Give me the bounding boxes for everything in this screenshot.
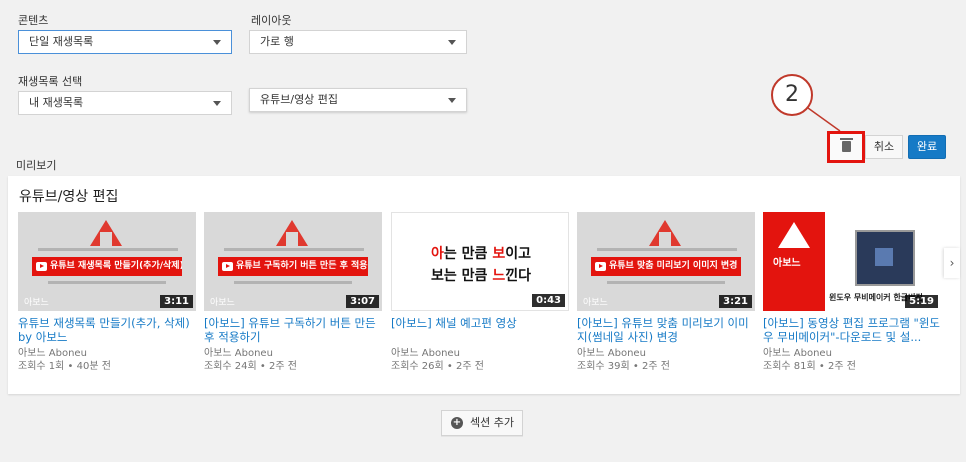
playlist-source-select[interactable]: 내 재생목록 — [18, 91, 232, 115]
thumbnail-line-2: 보는 만큼 느낀다 — [431, 268, 531, 284]
thumbnail-banner: 유튜브 재생목록 만들기(추가/삭제) — [32, 257, 182, 276]
thumbnail-banner: 유튜브 맞춤 미리보기 이미지 변경 — [591, 257, 741, 276]
chevron-down-icon — [213, 40, 221, 45]
thumbnail-watermark: 아보느 — [210, 298, 235, 308]
duration-badge: 3:07 — [346, 295, 379, 308]
layout-select-value: 가로 행 — [260, 35, 294, 48]
content-select-value: 단일 재생목록 — [29, 35, 94, 48]
thumbnail-url-line — [234, 281, 352, 284]
video-stats: 조회수 1회 • 40분 전 — [18, 361, 111, 372]
video-item[interactable]: 유튜브 맞춤 미리보기 이미지 변경 아보느 3:21 [아보느] 유튜브 맞춤… — [577, 212, 755, 373]
thumbnail-banner-text: 유튜브 맞춤 미리보기 이미지 변경 — [609, 261, 738, 271]
software-screenshot — [855, 230, 915, 286]
content-label: 콘텐츠 — [18, 14, 49, 27]
trash-icon — [842, 141, 851, 152]
thumbnail-watermark: 아보느 — [583, 298, 608, 308]
content-select[interactable]: 단일 재생목록 — [18, 30, 232, 54]
add-section-label: 섹션 추가 — [470, 416, 514, 429]
video-thumbnail[interactable]: 아는 만큼 보이고 보는 만큼 느낀다 0:43 — [391, 212, 569, 311]
add-section-button[interactable]: + 섹션 추가 — [441, 410, 523, 436]
video-title[interactable]: [아보느] 동영상 편집 프로그램 "윈도우 무비메이커"-다운로드 및 설..… — [763, 316, 941, 344]
duration-badge: 3:11 — [160, 295, 193, 308]
thumbnail-subtext — [597, 248, 737, 251]
video-item[interactable]: 유튜브 구독하기 버튼 만든 후 적용 아보느 3:07 [아보느] 유튜브 구… — [204, 212, 382, 373]
thumbnail-banner-text: 유튜브 재생목록 만들기(추가/삭제) — [50, 261, 182, 271]
section-settings-panel: 콘텐츠 단일 재생목록 레이아웃 가로 행 재생목록 선택 내 재생목록 유튜브… — [0, 0, 966, 172]
youtube-play-icon — [222, 262, 233, 271]
video-channel: 아보느 Aboneu — [204, 348, 273, 359]
thumbnail-banner-text: 유튜브 구독하기 버튼 만든 후 적용 — [236, 261, 368, 271]
cancel-button[interactable]: 취소 — [865, 135, 903, 159]
duration-badge: 0:43 — [532, 294, 565, 307]
video-title[interactable]: [아보느] 채널 예고편 영상 — [391, 316, 569, 344]
video-stats: 조회수 81회 • 2주 전 — [763, 361, 856, 372]
video-thumbnail[interactable]: 유튜브 재생목록 만들기(추가/삭제) 아보느 3:11 — [18, 212, 196, 311]
video-thumbnail[interactable]: 유튜브 구독하기 버튼 만든 후 적용 아보느 3:07 — [204, 212, 382, 311]
delete-section-button[interactable] — [827, 131, 865, 163]
video-channel: 아보느 Aboneu — [763, 348, 832, 359]
video-stats: 조회수 24회 • 2주 전 — [204, 361, 297, 372]
preview-label: 미리보기 — [16, 159, 57, 172]
chevron-down-icon — [448, 40, 456, 45]
playlist-name-value: 유튜브/영상 편집 — [260, 93, 339, 106]
video-channel: 아보느 Aboneu — [577, 348, 646, 359]
video-thumbnail[interactable]: 유튜브 맞춤 미리보기 이미지 변경 아보느 3:21 — [577, 212, 755, 311]
video-stats: 조회수 26회 • 2주 전 — [391, 361, 484, 372]
logo-a-icon — [649, 220, 681, 246]
video-thumbnail[interactable]: 아보느 윈도우 무비메이커 한글버전 5:19 — [763, 212, 941, 311]
logo-a-icon — [276, 220, 308, 246]
playlist-name-select[interactable]: 유튜브/영상 편집 — [249, 88, 467, 112]
video-item[interactable]: 아보느 윈도우 무비메이커 한글버전 5:19 [아보느] 동영상 편집 프로그… — [763, 212, 941, 373]
chevron-down-icon — [448, 98, 456, 103]
step-callout: 2 — [771, 74, 813, 116]
preview-card: 유튜브/영상 편집 유튜브 재생목록 만들기(추가/삭제) 아보느 3:11 유… — [8, 176, 960, 394]
playlist-source-value: 내 재생목록 — [29, 96, 84, 109]
thumbnail-watermark: 아보느 — [24, 298, 49, 308]
logo-a-icon — [778, 222, 810, 248]
thumbnail-line-1: 아는 만큼 보이고 — [431, 246, 531, 262]
duration-badge: 5:19 — [905, 295, 938, 308]
next-arrow-button[interactable]: › — [944, 248, 960, 278]
youtube-play-icon — [595, 262, 606, 271]
thumbnail-subtext — [224, 248, 364, 251]
playlist-label: 재생목록 선택 — [18, 75, 83, 88]
video-channel: 아보느 Aboneu — [18, 348, 87, 359]
video-title[interactable]: [아보느] 유튜브 구독하기 버튼 만든 후 적용하기 — [204, 316, 382, 344]
youtube-play-icon — [36, 262, 47, 271]
video-stats: 조회수 39회 • 2주 전 — [577, 361, 670, 372]
done-button[interactable]: 완료 — [908, 135, 946, 159]
logo-a-icon — [90, 220, 122, 246]
duration-badge: 3:21 — [719, 295, 752, 308]
plus-icon: + — [451, 417, 463, 429]
video-item[interactable]: 아는 만큼 보이고 보는 만큼 느낀다 0:43 [아보느] 채널 예고편 영상… — [391, 212, 569, 373]
section-title: 유튜브/영상 편집 — [19, 189, 119, 205]
trash-icon-lid — [840, 138, 853, 140]
thumbnail-banner: 유튜브 구독하기 버튼 만든 후 적용 — [218, 257, 368, 276]
video-channel: 아보느 Aboneu — [391, 348, 460, 359]
video-item[interactable]: 유튜브 재생목록 만들기(추가/삭제) 아보느 3:11 유튜브 재생목록 만들… — [18, 212, 196, 373]
layout-label: 레이아웃 — [251, 14, 292, 27]
layout-select[interactable]: 가로 행 — [249, 30, 467, 54]
thumbnail-url-line — [48, 281, 166, 284]
video-title[interactable]: [아보느] 유튜브 맞춤 미리보기 이미지(썸네일 사진) 변경 — [577, 316, 755, 344]
thumbnail-red-text: 아보느 — [773, 258, 801, 269]
thumbnail-url-line — [607, 281, 725, 284]
video-title[interactable]: 유튜브 재생목록 만들기(추가, 삭제) by 아보느 — [18, 316, 196, 344]
thumbnail-subtext — [38, 248, 178, 251]
chevron-down-icon — [213, 101, 221, 106]
